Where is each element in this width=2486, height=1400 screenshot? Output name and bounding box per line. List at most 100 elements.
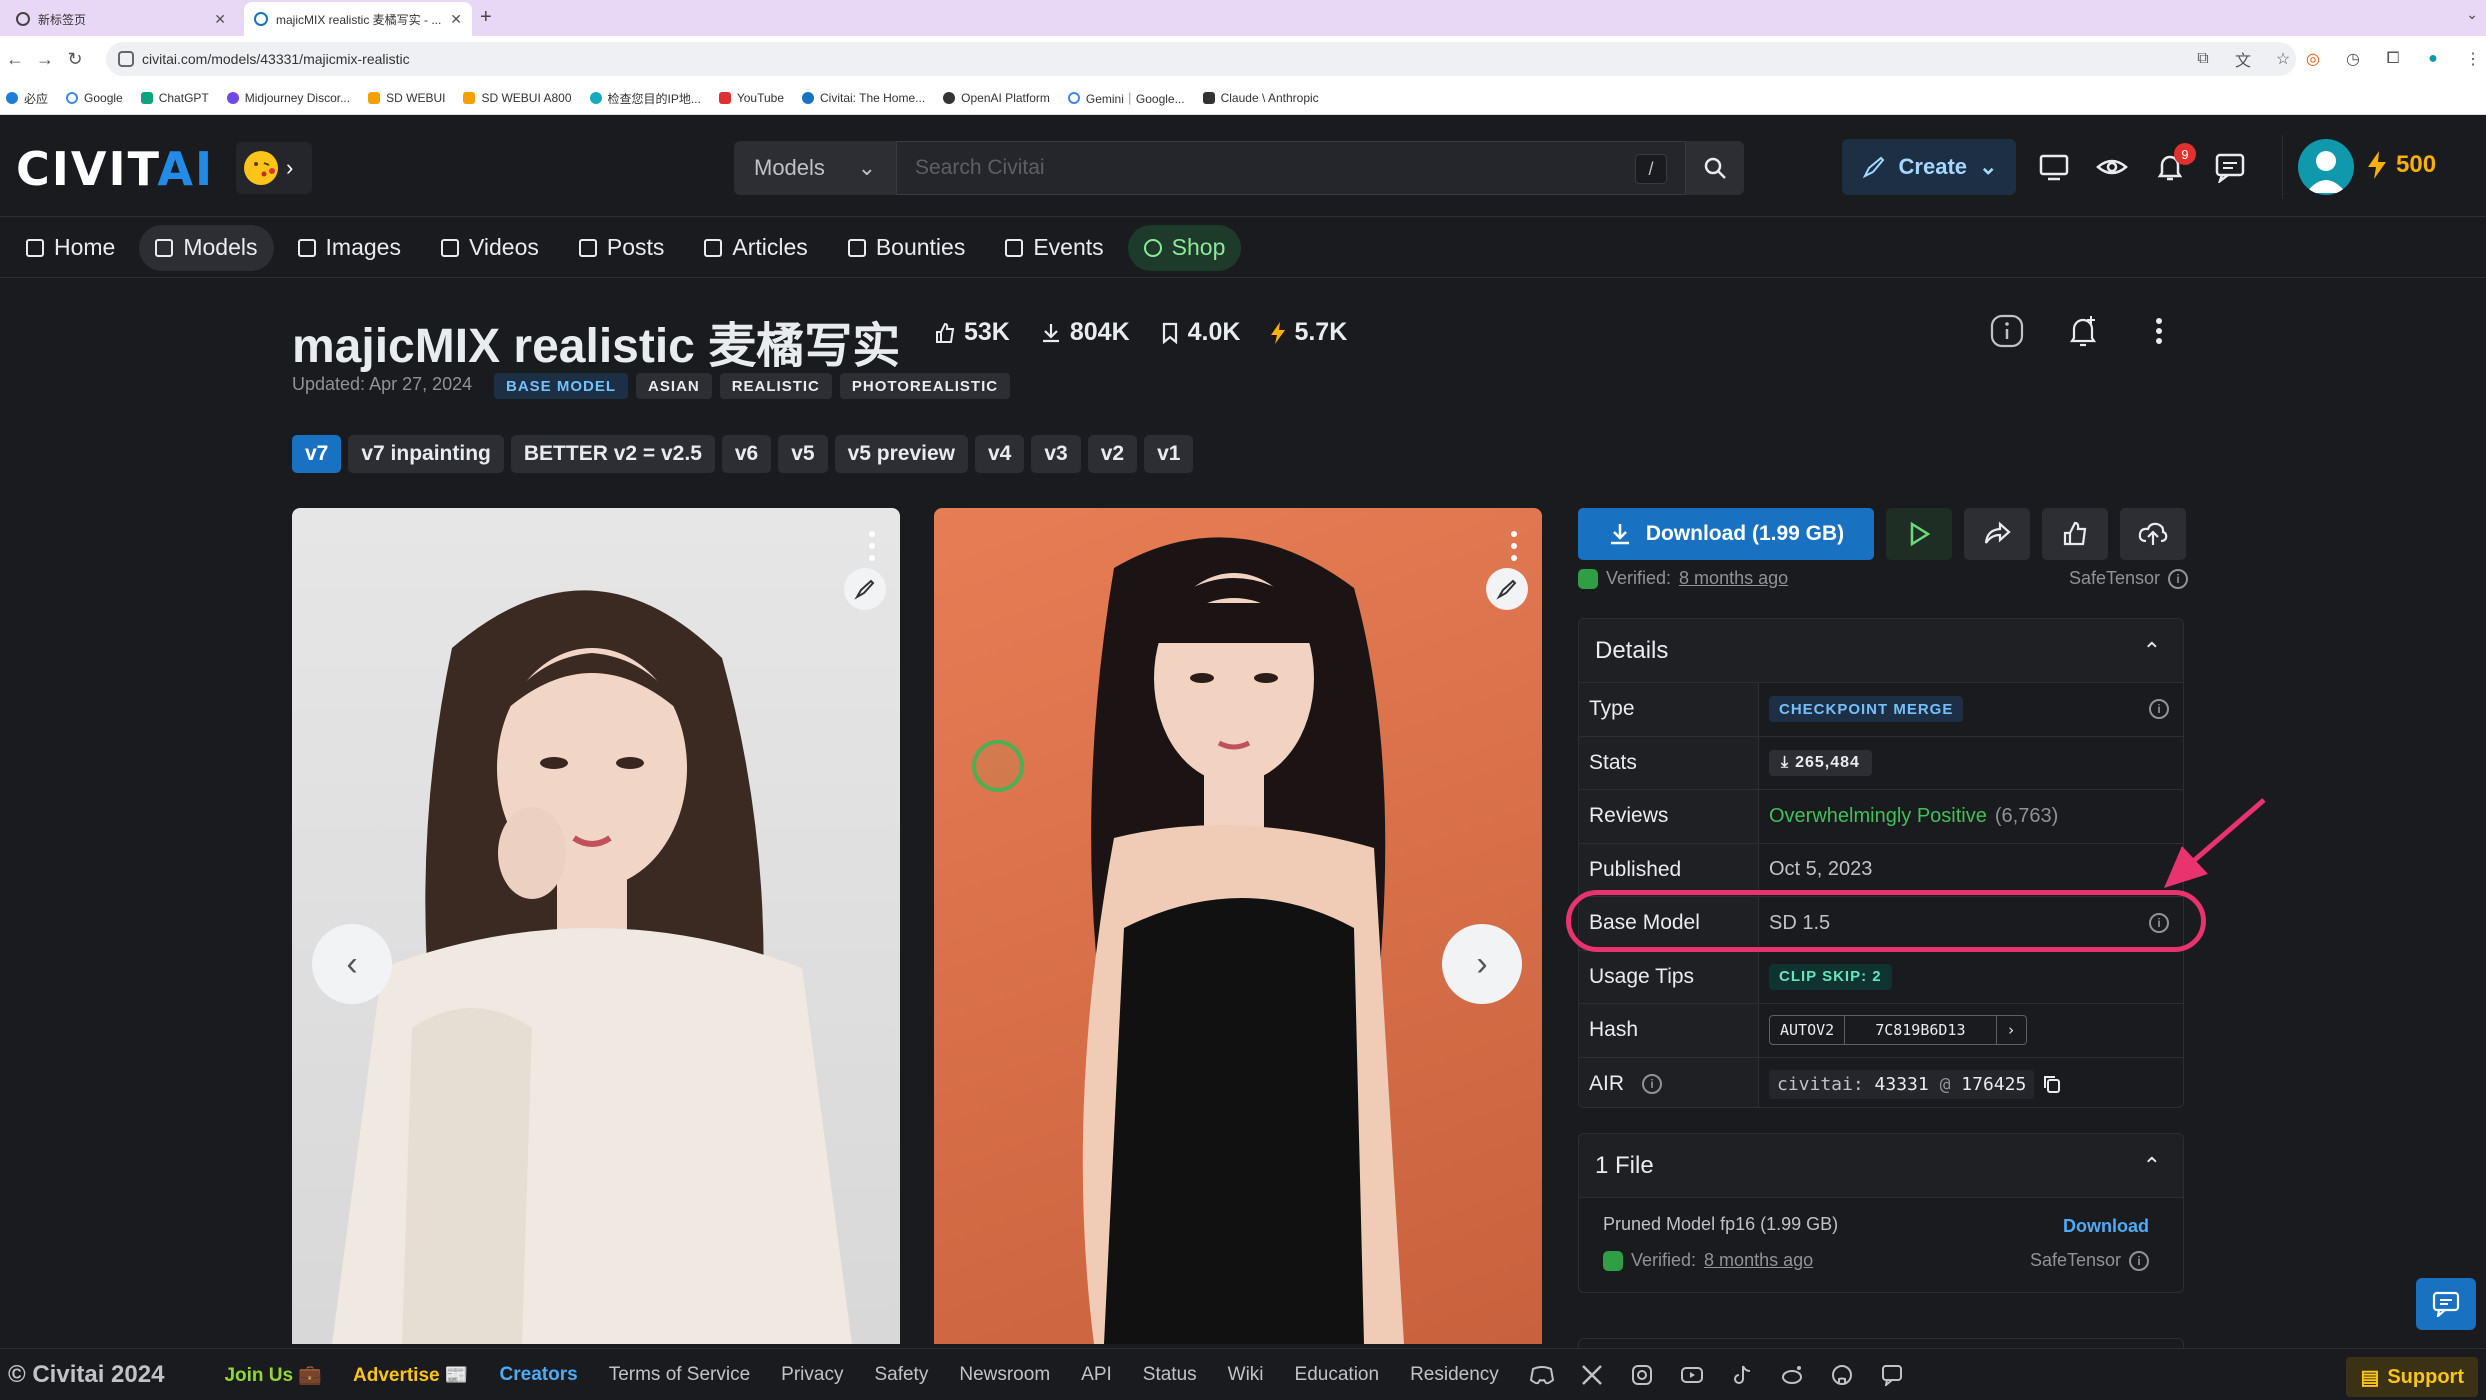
tag-badge[interactable]: PHOTOREALISTIC <box>839 373 1011 399</box>
nav-articles[interactable]: Articles <box>688 225 823 271</box>
footer-terms[interactable]: Terms of Service <box>609 1364 750 1386</box>
nav-posts[interactable]: Posts <box>563 225 681 271</box>
version-tab[interactable]: v1 <box>1144 435 1194 473</box>
footer-privacy[interactable]: Privacy <box>781 1364 843 1386</box>
reload-icon[interactable]: ↻ <box>60 44 90 74</box>
footer-api[interactable]: API <box>1081 1364 1112 1386</box>
chat-button[interactable] <box>2212 149 2248 185</box>
footer-join-us[interactable]: Join Us 💼 <box>224 1363 322 1387</box>
youtube-icon[interactable] <box>1680 1363 1704 1387</box>
bookmark-gemini[interactable]: Gemini｜Google... <box>1067 90 1185 107</box>
bookmark-sd-webui[interactable]: SD WEBUI <box>368 91 445 105</box>
remix-button[interactable] <box>844 568 886 610</box>
hash-value[interactable]: 7C819B6D13 <box>1845 1016 1997 1045</box>
extensions-puzzle-icon[interactable]: ⧠ <box>2380 44 2406 74</box>
version-tab[interactable]: v6 <box>721 435 772 473</box>
instagram-icon[interactable] <box>1630 1363 1654 1387</box>
new-tab-button[interactable]: + <box>480 6 492 29</box>
showcase-image[interactable]: ‹ <box>292 508 900 1344</box>
tag-badge[interactable]: BASE MODEL <box>494 373 629 399</box>
version-tab[interactable]: v2 <box>1087 435 1138 473</box>
verified-time-link[interactable]: 8 months ago <box>1704 1250 1813 1271</box>
hash-type[interactable]: AUTOV2 <box>1770 1016 1846 1045</box>
version-tab[interactable]: v7 inpainting <box>348 435 504 473</box>
info-icon[interactable]: i <box>2129 1250 2149 1271</box>
civitai-logo[interactable]: CIVITAI <box>16 142 214 196</box>
forward-icon[interactable]: → <box>30 44 60 74</box>
bookmark-civitai[interactable]: Civitai: The Home... <box>802 91 925 105</box>
browser-tab-newtab[interactable]: 新标签页 ✕ <box>6 2 236 36</box>
bookmark-chatgpt[interactable]: ChatGPT <box>140 91 209 105</box>
model-info-button[interactable] <box>1986 310 2028 352</box>
bookmark-bing[interactable]: 必应 <box>6 90 48 107</box>
chevron-up-icon[interactable]: ⌃ <box>2143 1153 2161 1179</box>
search-button[interactable] <box>1686 141 1744 195</box>
user-avatar[interactable] <box>2298 139 2354 195</box>
upload-button[interactable] <box>2036 149 2072 185</box>
carousel-prev-button[interactable]: ‹ <box>312 924 392 1004</box>
chevron-up-icon[interactable]: ⌃ <box>2143 638 2161 664</box>
create-button[interactable]: Create ⌄ <box>1842 139 2016 195</box>
footer-advertise[interactable]: Advertise 📰 <box>353 1363 469 1387</box>
discord-icon[interactable] <box>1529 1363 1554 1387</box>
nav-events[interactable]: Events <box>989 225 1119 271</box>
info-icon[interactable]: i <box>1642 1074 1663 1095</box>
version-tab[interactable]: v3 <box>1031 435 1081 473</box>
close-tab-icon[interactable]: ✕ <box>450 11 462 28</box>
search-input[interactable]: Search Civitai / <box>896 141 1686 195</box>
bookmark-ip-check[interactable]: 检查您目的IP地... <box>589 90 701 107</box>
translate-icon[interactable]: 文 <box>2230 44 2256 74</box>
version-tab[interactable]: v4 <box>975 435 1025 473</box>
x-twitter-icon[interactable] <box>1580 1363 1604 1387</box>
copy-icon[interactable] <box>2042 1074 2062 1094</box>
support-button[interactable]: ▤ Support <box>2346 1357 2478 1397</box>
info-icon[interactable]: i <box>2168 568 2188 589</box>
reddit-icon[interactable] <box>1780 1363 1804 1387</box>
model-more-button[interactable] <box>2138 310 2180 352</box>
info-icon[interactable]: i <box>2149 699 2169 719</box>
footer-newsroom[interactable]: Newsroom <box>959 1364 1050 1386</box>
bookmark-claude[interactable]: Claude \ Anthropic <box>1202 91 1319 105</box>
buzz-balance[interactable]: 500 <box>2366 151 2436 179</box>
footer-residency[interactable]: Residency <box>1410 1364 1499 1386</box>
nav-home[interactable]: Home <box>10 225 131 271</box>
tab-search-icon[interactable]: ⌄ <box>2466 6 2478 23</box>
bookmark-star-icon[interactable]: ☆ <box>2270 44 2296 74</box>
carousel-next-button[interactable]: › <box>1442 924 1522 1004</box>
footer-wiki[interactable]: Wiki <box>1228 1364 1264 1386</box>
version-tab[interactable]: BETTER v2 = v2.5 <box>510 435 715 473</box>
showcase-image[interactable]: › <box>934 508 1542 1344</box>
tag-badge[interactable]: ASIAN <box>636 373 712 399</box>
url-input[interactable]: civitai.com/models/43331/majicmix-realis… <box>106 42 2296 76</box>
remix-button[interactable] <box>1486 568 1528 610</box>
install-app-icon[interactable]: ⧉ <box>2190 44 2216 74</box>
browser-menu-icon[interactable]: ⋮ <box>2460 44 2486 74</box>
bookmark-openai[interactable]: OpenAI Platform <box>943 91 1050 105</box>
profile-icon[interactable]: ● <box>2420 44 2446 74</box>
history-icon[interactable]: ◷ <box>2340 44 2366 74</box>
tag-badge[interactable]: REALISTIC <box>719 373 832 399</box>
search-scope-select[interactable]: Models ⌄ <box>734 141 896 195</box>
generate-button[interactable] <box>1886 508 1952 560</box>
bookmark-google[interactable]: Google <box>66 91 123 105</box>
content-filter-button[interactable] <box>2094 149 2130 185</box>
notifications-button[interactable]: 9 <box>2152 143 2196 185</box>
footer-status[interactable]: Status <box>1143 1364 1197 1386</box>
verified-time-link[interactable]: 8 months ago <box>1679 568 1788 589</box>
download-button[interactable]: Download (1.99 GB) <box>1578 508 1874 560</box>
follow-notifications-button[interactable] <box>2062 310 2104 352</box>
chevron-right-icon[interactable]: › <box>1997 1016 2026 1044</box>
image-menu-icon[interactable] <box>1510 530 1518 562</box>
nav-shop[interactable]: Shop <box>1127 224 1242 271</box>
extension-icon[interactable]: ◎ <box>2300 44 2326 74</box>
back-icon[interactable]: ← <box>0 44 30 74</box>
version-tab[interactable]: v5 preview <box>834 435 968 473</box>
nav-bounties[interactable]: Bounties <box>832 225 982 271</box>
version-tab[interactable]: v5 <box>778 435 828 473</box>
close-tab-icon[interactable]: ✕ <box>214 11 226 28</box>
file-download-link[interactable]: Download <box>2063 1216 2149 1237</box>
files-header[interactable]: 1 File ⌃ <box>1579 1134 2183 1198</box>
support-chat-button[interactable] <box>2416 1278 2476 1330</box>
footer-creators[interactable]: Creators <box>500 1364 578 1386</box>
site-info-icon[interactable] <box>118 51 134 67</box>
